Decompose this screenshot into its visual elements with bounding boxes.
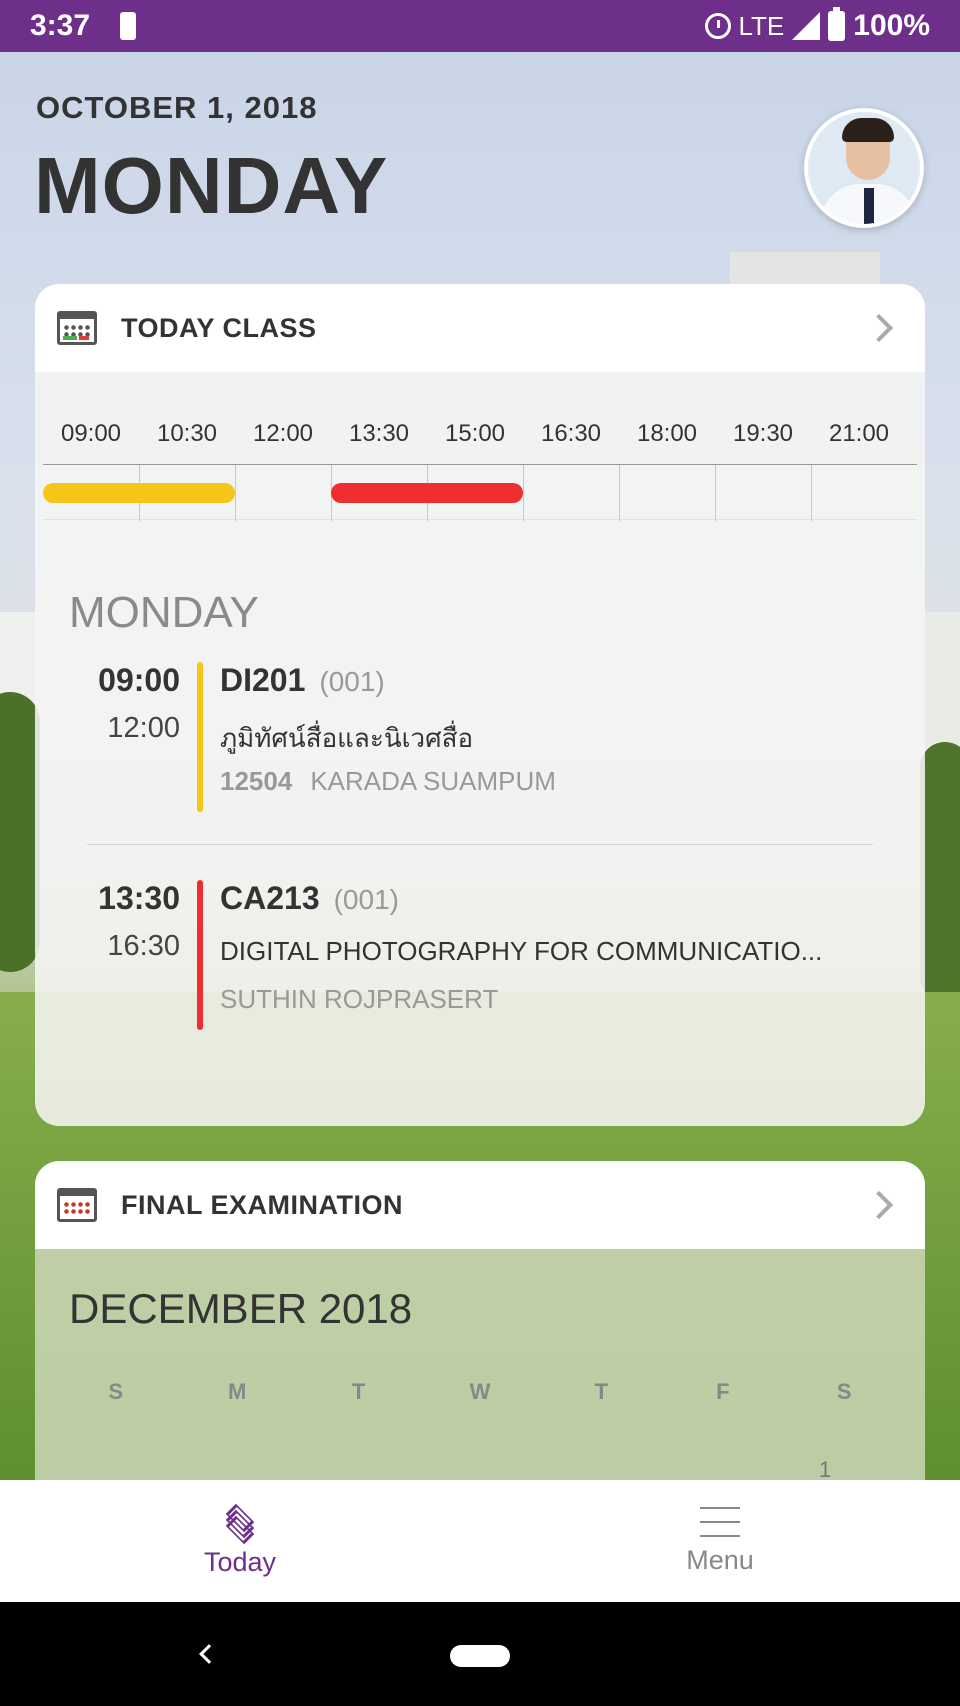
timeline-label: 13:30 [348, 420, 410, 447]
menu-icon [700, 1506, 740, 1537]
timeline-label: 19:30 [732, 420, 794, 447]
class-color-bar [197, 880, 203, 1030]
today-class-header[interactable]: TODAY CLASS [35, 284, 925, 372]
nav-today-label: Today [203, 1546, 277, 1577]
battery-icon [828, 7, 846, 41]
bottom-nav: Today Menu [0, 1480, 960, 1602]
grid-line [235, 465, 236, 521]
network-type: LTE [738, 10, 785, 41]
schedule-day-heading: MONDAY [69, 588, 259, 637]
current-date: OCTOBER 1, 2018 [36, 90, 318, 125]
class-divider [87, 844, 873, 845]
class-end-time: 16:30 [107, 930, 180, 962]
class-code-line: DI201 (001) [220, 662, 385, 699]
timeline-label: 15:00 [444, 420, 506, 447]
alarm-icon [704, 13, 731, 39]
weekday-label: S [108, 1379, 124, 1404]
layers-icon [222, 1503, 258, 1544]
class-meta: 12504 KARADA SUAMPUM [220, 766, 556, 797]
weekday-label: S [836, 1379, 852, 1404]
notification-battery-icon [120, 12, 137, 40]
battery-percent: 100% [853, 9, 930, 42]
grid-line [619, 465, 620, 521]
weekday-label: F [716, 1379, 730, 1404]
exam-month: DECEMBER 2018 [69, 1285, 413, 1332]
class-start-time: 09:00 [98, 662, 180, 698]
background-tree-right [920, 742, 960, 1002]
class-end-time: 12:00 [107, 712, 180, 744]
calendar-icon [57, 311, 97, 345]
final-exam-body: DECEMBER 2018 S M T W T F S 1 [35, 1249, 925, 1501]
class-name: DIGITAL PHOTOGRAPHY FOR COMMUNICATIO... [220, 936, 823, 966]
final-exam-title: FINAL EXAMINATION [121, 1189, 403, 1220]
chevron-right-icon[interactable] [864, 313, 894, 343]
today-class-title: TODAY CLASS [121, 312, 317, 343]
current-day: MONDAY [34, 141, 389, 230]
class-bar-ca213[interactable] [331, 483, 523, 503]
weekday-label: M [227, 1379, 247, 1404]
class-meta: SUTHIN ROJPRASERT [220, 984, 498, 1015]
weekday-label: W [469, 1379, 491, 1404]
timeline-grid [43, 464, 917, 521]
final-exam-card: FINAL EXAMINATION DECEMBER 2018 S M T W … [35, 1161, 925, 1501]
final-exam-header[interactable]: FINAL EXAMINATION [35, 1161, 925, 1249]
class-room: 12504 [220, 766, 293, 796]
avatar-tie [864, 188, 874, 224]
nav-menu[interactable]: Menu [480, 1480, 960, 1602]
system-nav-bar [0, 1602, 960, 1706]
timeline-label: 18:00 [636, 420, 698, 447]
background-tree-left [0, 692, 40, 972]
avatar-hair [842, 118, 894, 142]
chevron-right-icon[interactable] [864, 1190, 894, 1220]
class-code: CA213 [220, 880, 320, 916]
class-start-time: 13:30 [98, 880, 180, 916]
background-building-right [920, 612, 960, 762]
status-bar: 3:37 LTE 100% [0, 0, 960, 52]
home-button[interactable] [450, 1645, 510, 1667]
timeline-label: 21:00 [828, 420, 890, 447]
profile-avatar[interactable] [804, 108, 924, 228]
grid-line [523, 465, 524, 521]
status-icons: LTE 100% [704, 7, 930, 43]
today-class-body: 09:00 10:30 12:00 13:30 15:00 16:30 18:0… [35, 372, 925, 1126]
exam-calendar-icon [57, 1188, 97, 1222]
class-instructor: SUTHIN ROJPRASERT [220, 984, 499, 1014]
timeline-label: 09:00 [60, 420, 122, 447]
class-section: (001) [333, 884, 399, 915]
nav-today[interactable]: Today [0, 1480, 480, 1602]
grid-line [715, 465, 716, 521]
class-color-bar [197, 662, 203, 812]
nav-menu-label: Menu [686, 1544, 754, 1575]
timeline-label: 10:30 [156, 420, 218, 447]
today-class-card: TODAY CLASS 09:00 10:30 12:00 13:30 15:0… [35, 284, 925, 1126]
class-section: (001) [319, 666, 385, 697]
timeline-labels: 09:00 10:30 12:00 13:30 15:00 16:30 18:0… [43, 420, 917, 448]
back-icon[interactable] [199, 1644, 219, 1664]
weekday-row: S M T W T F S [55, 1379, 905, 1405]
class-bar-di201[interactable] [43, 483, 235, 503]
grid-line [811, 465, 812, 521]
class-instructor: KARADA SUAMPUM [310, 766, 556, 796]
timeline-label: 12:00 [252, 420, 314, 447]
signal-icon [792, 12, 821, 40]
class-code-line: CA213 (001) [220, 880, 399, 917]
weekday-label: T [594, 1379, 609, 1404]
class-code: DI201 [220, 662, 306, 698]
class-name: ภูมิทัศน์สื่อและนิเวศสื่อ [220, 723, 474, 753]
weekday-label: T [351, 1379, 366, 1404]
timeline-label: 16:30 [540, 420, 602, 447]
status-time: 3:37 [30, 9, 91, 42]
